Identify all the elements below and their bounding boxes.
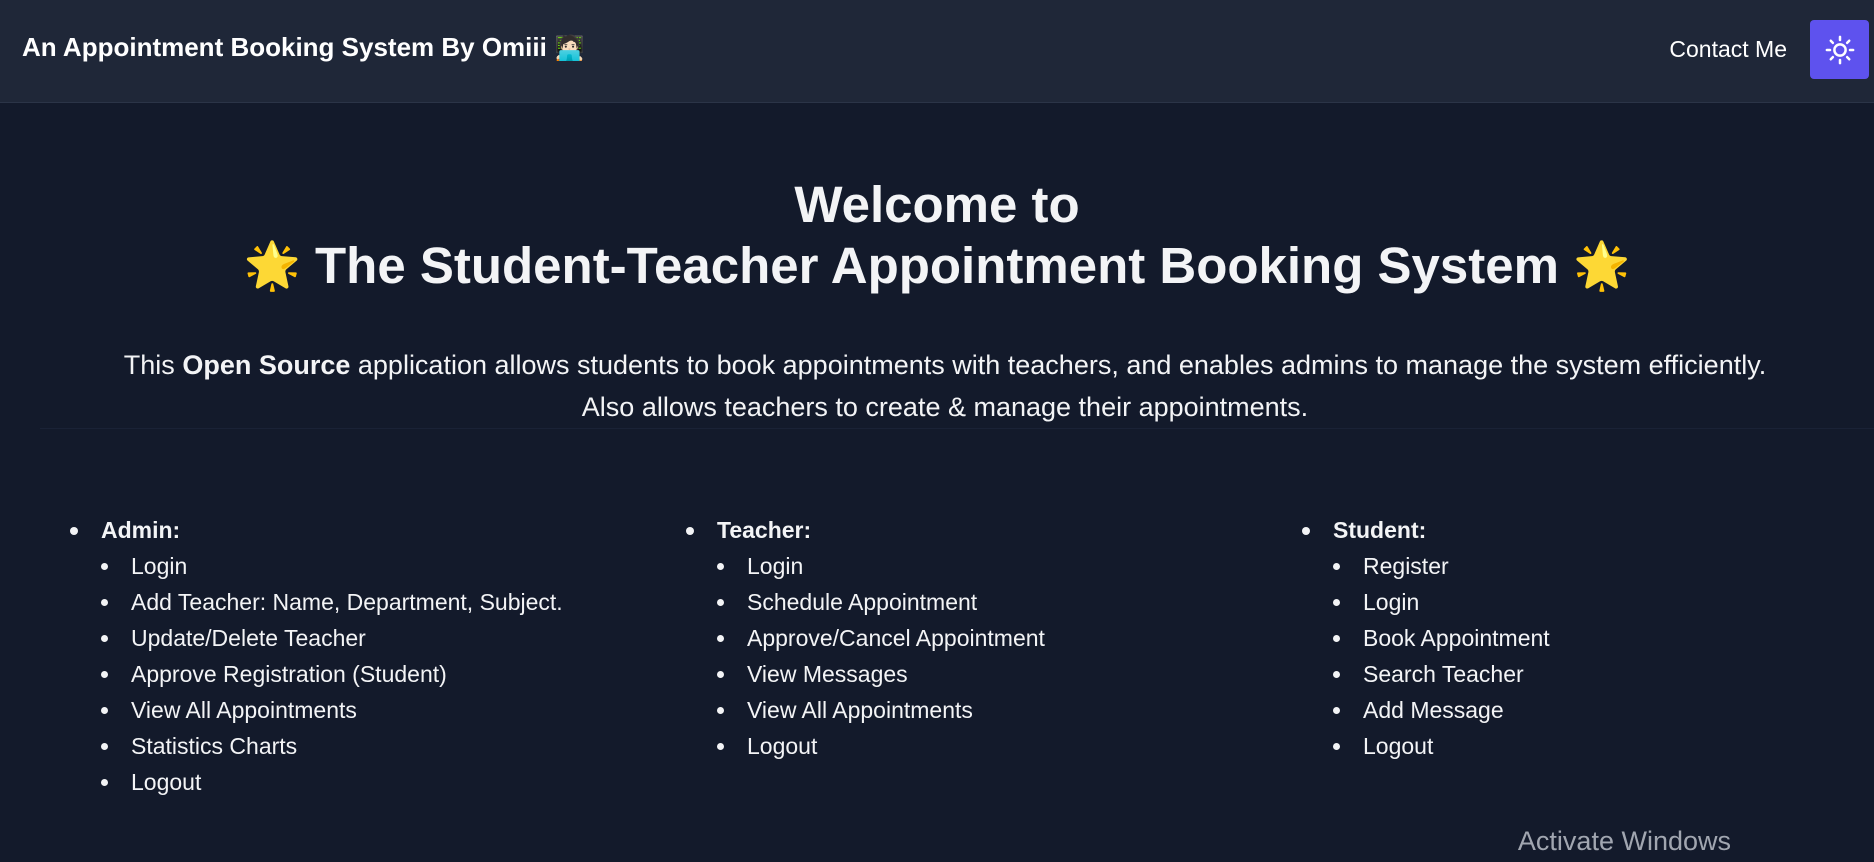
list-item: Schedule Appointment xyxy=(686,584,1246,620)
hero-line-1: Welcome to xyxy=(794,176,1080,233)
hero-description: This Open Source application allows stud… xyxy=(50,344,1840,428)
list-item: View All Appointments xyxy=(686,692,1246,728)
list-item: Approve Registration (Student) xyxy=(70,656,630,692)
teacher-features: Teacher: Login Schedule Appointment Appr… xyxy=(686,512,1246,764)
desc-rest: application allows students to book appo… xyxy=(357,350,1767,380)
list-item: Book Appointment xyxy=(1302,620,1862,656)
student-feature-list: Register Login Book Appointment Search T… xyxy=(1302,548,1862,764)
technologist-emoji-icon: 🧑🏻‍💻 xyxy=(554,35,585,62)
student-title: Student: xyxy=(1302,512,1862,548)
contact-me-link[interactable]: Contact Me xyxy=(1669,36,1787,63)
list-item: Approve/Cancel Appointment xyxy=(686,620,1246,656)
student-features: Student: Register Login Book Appointment… xyxy=(1302,512,1862,764)
brand-title[interactable]: An Appointment Booking System By Omiii xyxy=(22,32,547,62)
list-item: Add Teacher: Name, Department, Subject. xyxy=(70,584,630,620)
list-item: Logout xyxy=(70,764,630,800)
hero-title: Welcome to 🌟 The Student-Teacher Appoint… xyxy=(0,175,1874,296)
list-item: Update/Delete Teacher xyxy=(70,620,630,656)
list-item: Logout xyxy=(1302,728,1862,764)
star-icon: 🌟 xyxy=(243,239,301,291)
list-item: View All Appointments xyxy=(70,692,630,728)
list-item: Login xyxy=(1302,584,1862,620)
activate-windows-watermark: Activate Windows xyxy=(1517,826,1731,856)
navbar: An Appointment Booking System By Omiii 🧑🏻… xyxy=(0,0,1874,103)
list-item: Search Teacher xyxy=(1302,656,1862,692)
teacher-feature-list: Login Schedule Appointment Approve/Cance… xyxy=(686,548,1246,764)
teacher-title: Teacher: xyxy=(686,512,1246,548)
list-item: Login xyxy=(70,548,630,584)
admin-feature-list: Login Add Teacher: Name, Department, Sub… xyxy=(70,548,630,800)
list-item: Login xyxy=(686,548,1246,584)
list-item: Register xyxy=(1302,548,1862,584)
admin-title: Admin: xyxy=(70,512,630,548)
sun-icon xyxy=(1825,35,1854,64)
desc-prefix: This xyxy=(123,350,175,380)
list-item: Statistics Charts xyxy=(70,728,630,764)
open-source-emphasis: Open Source xyxy=(182,350,351,380)
brand[interactable]: An Appointment Booking System By Omiii 🧑🏻… xyxy=(22,32,585,63)
star-icon: 🌟 xyxy=(1573,239,1631,291)
hero-line-2: The Student-Teacher Appointment Booking … xyxy=(315,237,1559,294)
theme-toggle-button[interactable] xyxy=(1810,20,1869,79)
desc-line-2: Also allows teachers to create & manage … xyxy=(581,392,1309,422)
admin-features: Admin: Login Add Teacher: Name, Departme… xyxy=(70,512,630,800)
divider xyxy=(40,428,1874,429)
list-item: Logout xyxy=(686,728,1246,764)
list-item: View Messages xyxy=(686,656,1246,692)
list-item: Add Message xyxy=(1302,692,1862,728)
